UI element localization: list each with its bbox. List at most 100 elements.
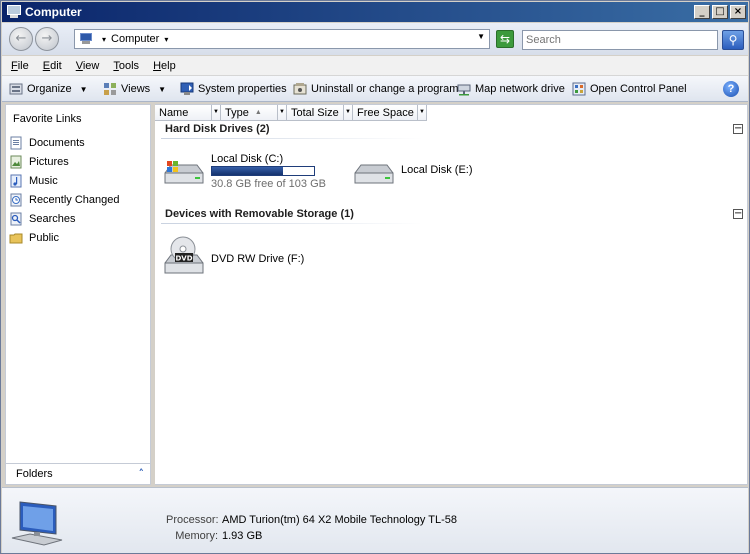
documents-icon (10, 136, 22, 149)
recently-changed-icon (10, 193, 22, 206)
breadcrumb-root-arrow[interactable]: ▾ (102, 35, 106, 44)
memory-info: Memory: 1.93 GB (166, 530, 262, 542)
favorite-link-documents[interactable]: Documents (9, 133, 120, 152)
column-header-name[interactable]: Name ▼ (155, 105, 221, 121)
open-control-panel-button[interactable]: Open Control Panel (572, 82, 687, 96)
computer-icon (6, 5, 22, 19)
menu-file[interactable]: File (11, 60, 29, 72)
breadcrumb-computer[interactable]: Computer (111, 33, 159, 45)
forward-arrow-icon: → (41, 31, 53, 46)
programs-icon (293, 83, 307, 95)
menu-help[interactable]: Help (153, 60, 176, 72)
views-icon (104, 83, 116, 95)
organize-dropdown-arrow: ▼ (79, 84, 88, 94)
drive-item-f[interactable]: DVD DVD RW Drive (F:) (159, 233, 329, 277)
column-header-free-space[interactable]: Free Space ▼ (353, 105, 427, 121)
column-headers: Name ▼ Type ▲ ▼ Total Size ▼ Free Space … (155, 105, 427, 121)
column-header-total-size[interactable]: Total Size ▼ (287, 105, 353, 121)
favorite-links-heading: Favorite Links (13, 113, 82, 125)
favorite-link-pictures[interactable]: Pictures (9, 152, 120, 171)
group-divider (161, 138, 423, 139)
breadcrumb-arrow[interactable]: ▾ (164, 35, 168, 44)
refresh-icon: ⇆ (499, 32, 511, 46)
drive-e-label: Local Disk (E:) (401, 164, 473, 176)
collapse-removable-button[interactable]: − (733, 209, 743, 219)
forward-button[interactable]: → (35, 27, 59, 51)
chevron-up-icon: ˄ (138, 467, 145, 480)
drive-item-c[interactable]: Local Disk (C:) 30.8 GB free of 103 GB (159, 151, 329, 191)
name-filter-dropdown[interactable]: ▼ (211, 105, 220, 120)
music-icon (10, 174, 22, 187)
dvd-badge: DVD (175, 255, 192, 263)
group-header-removable-storage[interactable]: Devices with Removable Storage (1) (165, 208, 354, 220)
drive-c-label: Local Disk (C:) (211, 153, 284, 165)
refresh-button[interactable]: ⇆ (496, 30, 514, 48)
views-button[interactable]: Views ▼ (103, 82, 166, 96)
file-list-pane: Name ▼ Type ▲ ▼ Total Size ▼ Free Space … (155, 104, 748, 485)
processor-label: Processor: (166, 514, 219, 526)
menu-tools[interactable]: Tools (113, 60, 139, 72)
search-icon: ⚲ (728, 33, 738, 47)
pictures-icon (10, 155, 22, 168)
search-input[interactable] (522, 30, 718, 50)
computer-location-icon (79, 33, 93, 45)
address-bar[interactable]: ▾ Computer ▾ ▼ (74, 29, 490, 49)
command-bar: Organize ▼ Views ▼ System properties Uni… (2, 75, 748, 102)
memory-value: 1.93 GB (222, 530, 263, 542)
folders-toggle[interactable]: Folders ˄ (6, 463, 150, 484)
group-header-hard-disk-drives[interactable]: Hard Disk Drives (2) (165, 123, 270, 135)
drive-item-e[interactable]: Local Disk (E:) (349, 155, 499, 189)
favorite-link-public[interactable]: Public (9, 228, 120, 247)
favorite-links-list: Documents Pictures Music Recently Change… (9, 133, 120, 247)
dvd-drive-icon: DVD (164, 236, 204, 274)
processor-value: AMD Turion(tm) 64 X2 Mobile Technology T… (222, 514, 457, 526)
menu-view[interactable]: View (76, 60, 100, 72)
minimize-button[interactable]: _ (694, 5, 710, 19)
drive-c-usage-bar (211, 166, 315, 176)
navigation-bar: ← → ▾ Computer ▾ ▼ ⇆ ⚲ (2, 23, 748, 55)
organize-button[interactable]: Organize ▼ (9, 82, 88, 96)
drive-f-label: DVD RW Drive (F:) (211, 253, 305, 265)
group-divider (161, 223, 423, 224)
network-drive-icon (457, 84, 471, 96)
windows-hard-disk-icon (164, 161, 204, 184)
hard-disk-icon (354, 164, 394, 184)
views-dropdown-arrow: ▼ (158, 84, 167, 94)
menu-edit[interactable]: Edit (43, 60, 62, 72)
window-title: Computer (25, 5, 82, 19)
close-button[interactable]: × (730, 5, 746, 19)
details-pane: Processor: AMD Turion(tm) 64 X2 Mobile Te… (2, 487, 748, 553)
back-button[interactable]: ← (9, 27, 33, 51)
back-arrow-icon: ← (15, 31, 27, 46)
control-panel-icon (572, 82, 586, 96)
type-filter-dropdown[interactable]: ▼ (277, 105, 286, 120)
drive-c-usage-fill (212, 167, 284, 175)
address-history-dropdown[interactable]: ▼ (477, 32, 485, 41)
organize-icon (9, 83, 23, 95)
drive-c-free-space: 30.8 GB free of 103 GB (211, 178, 326, 190)
collapse-hard-disks-button[interactable]: − (733, 124, 743, 134)
title-bar[interactable]: Computer _ □ × (2, 2, 748, 22)
memory-label: Memory: (175, 530, 218, 542)
favorite-link-recently-changed[interactable]: Recently Changed (9, 190, 120, 209)
menu-bar: File Edit View Tools Help (2, 56, 748, 75)
column-header-type[interactable]: Type ▲ ▼ (221, 105, 287, 121)
search-button[interactable]: ⚲ (722, 30, 744, 50)
explorer-window: Computer _ □ × ← → ▾ Computer ▾ ▼ ⇆ ⚲ Fi… (0, 0, 750, 554)
searches-icon (10, 212, 22, 225)
help-button[interactable]: ? (723, 81, 739, 97)
computer-large-icon (11, 501, 63, 546)
favorite-link-searches[interactable]: Searches (9, 209, 120, 228)
processor-info: Processor: AMD Turion(tm) 64 X2 Mobile Te… (166, 514, 457, 526)
free-space-filter-dropdown[interactable]: ▼ (417, 105, 426, 120)
maximize-button[interactable]: □ (712, 5, 728, 19)
system-properties-button[interactable]: System properties (180, 82, 287, 96)
public-folder-icon (9, 233, 23, 243)
map-network-drive-button[interactable]: Map network drive (457, 82, 565, 96)
favorite-link-music[interactable]: Music (9, 171, 120, 190)
navigation-pane: Favorite Links Documents Pictures Music … (5, 104, 151, 485)
sort-ascending-icon: ▲ (254, 109, 262, 116)
uninstall-program-button[interactable]: Uninstall or change a program (293, 82, 458, 96)
total-size-filter-dropdown[interactable]: ▼ (343, 105, 352, 120)
system-properties-icon (180, 82, 194, 95)
